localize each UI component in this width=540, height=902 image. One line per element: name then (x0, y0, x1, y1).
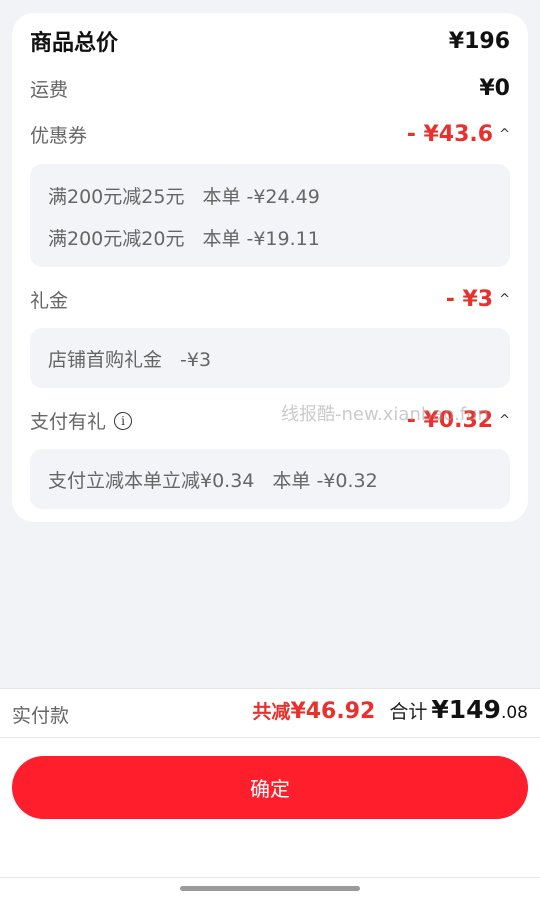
total-row: 商品总价 ¥196 (30, 25, 510, 57)
paid-label: 实付款 (12, 705, 70, 727)
summary-amounts: 共减 ¥46.92 合计 ¥149 .08 (252, 695, 528, 724)
payment-gift-value: - ¥0.32 (406, 408, 494, 433)
discount-label: 共减 (252, 701, 291, 723)
chevron-up-icon[interactable]: ^ (499, 292, 510, 307)
gift-value: - ¥3 (445, 287, 494, 312)
coupon-item: 满200元减20元 本单 -¥19.11 (48, 224, 320, 251)
gift-row[interactable]: 礼金 - ¥3 ^ (30, 286, 510, 313)
payment-gift-item-note: 本单 -¥0.32 (272, 470, 378, 492)
coupon-item: 满200元减25元 本单 -¥24.49 (48, 182, 320, 209)
total-value: ¥196 (448, 28, 510, 54)
info-icon[interactable]: i (114, 411, 133, 430)
gift-item-name: 店铺首购礼金 (48, 349, 163, 371)
gift-label: 礼金 (30, 290, 69, 312)
payment-gift-row[interactable]: 支付有礼 i - ¥0.32 ^ (30, 407, 510, 434)
coupon-item-name: 满200元减25元 (48, 186, 185, 208)
confirm-button[interactable]: 确定 (12, 756, 528, 819)
gift-item-note: -¥3 (180, 349, 212, 371)
chevron-up-icon[interactable]: ^ (499, 127, 510, 142)
coupon-item-note: 本单 -¥24.49 (202, 186, 320, 208)
home-indicator[interactable] (180, 886, 360, 891)
payment-gift-label: 支付有礼 (30, 411, 107, 433)
total-sum-integer: ¥149 (431, 695, 501, 724)
total-sum-label: 合计 (389, 701, 428, 723)
total-label: 商品总价 (30, 31, 119, 56)
shipping-row: 运费 ¥0 (30, 75, 510, 102)
shipping-value: ¥0 (479, 76, 510, 101)
gift-value-group[interactable]: - ¥3 ^ (446, 287, 510, 312)
price-detail-card: 商品总价 ¥196 运费 ¥0 优惠券 - ¥43.6 ^ 满200元减25元本… (12, 13, 528, 522)
coupon-value-group[interactable]: - ¥43.6 ^ (407, 122, 510, 147)
payment-gift-label-group: 支付有礼 i (30, 407, 133, 434)
chevron-up-icon[interactable]: ^ (499, 413, 510, 428)
discount-value: ¥46.92 (290, 699, 376, 724)
coupon-item-name: 满200元减20元 (48, 228, 185, 250)
coupon-detail: 满200元减25元 本单 -¥24.49 满200元减20元 本单 -¥19.11 (30, 164, 510, 267)
coupon-row[interactable]: 优惠券 - ¥43.6 ^ (30, 121, 510, 148)
payment-gift-item: 支付立减本单立减¥0.34 本单 -¥0.32 (48, 466, 378, 493)
coupon-label: 优惠券 (30, 125, 88, 147)
divider (0, 877, 540, 878)
shipping-label: 运费 (30, 79, 69, 101)
payment-gift-detail: 支付立减本单立减¥0.34 本单 -¥0.32 (30, 449, 510, 509)
gift-detail: 店铺首购礼金 -¥3 (30, 328, 510, 388)
payment-gift-item-name: 支付立减本单立减¥0.34 (48, 470, 255, 492)
coupon-value: - ¥43.6 (406, 122, 494, 147)
total-sum-decimal: .08 (500, 703, 528, 723)
payment-summary: 实付款 共减 ¥46.92 合计 ¥149 .08 (0, 689, 540, 737)
coupon-item-note: 本单 -¥19.11 (202, 228, 320, 250)
gift-item: 店铺首购礼金 -¥3 (48, 345, 211, 372)
payment-gift-value-group[interactable]: - ¥0.32 ^ (407, 408, 510, 433)
